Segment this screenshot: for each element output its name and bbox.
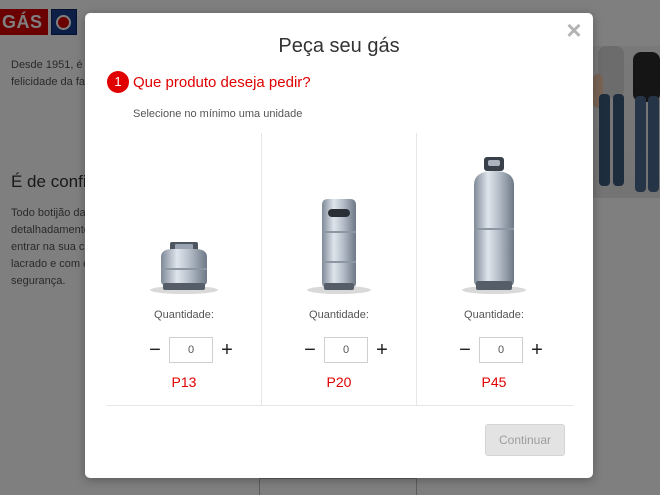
order-gas-modal: × Peça seu gás 1 Que produto deseja pedi… [85,13,593,478]
product-name: P13 [171,374,197,390]
decrease-button[interactable]: − [300,340,320,360]
step-label: Que produto deseja pedir? [133,73,311,91]
step-header: 1 Que produto deseja pedir? [107,70,311,94]
product-card-p45: Quantidade: − + P45 [416,133,571,405]
quantity-stepper: − + [455,337,547,363]
quantity-stepper: − + [145,337,237,363]
product-list: Quantidade: − + P13 Quantidade: − [107,133,573,405]
quantity-stepper: − + [300,337,392,363]
product-card-p20: Quantidade: − + P20 [261,133,416,405]
quantity-input[interactable] [169,337,213,363]
gas-cylinder-p45-image [462,157,526,294]
product-name: P20 [326,374,352,390]
product-name: P45 [481,374,507,390]
increase-button[interactable]: + [372,340,392,360]
decrease-button[interactable]: − [455,340,475,360]
gas-cylinder-p20-image [307,199,371,294]
instruction-text: Selecione no mínimo uma unidade [133,108,303,120]
gas-cylinder-p13-image [150,242,218,294]
increase-button[interactable]: + [217,340,237,360]
quantity-input[interactable] [479,337,523,363]
increase-button[interactable]: + [527,340,547,360]
modal-title: Peça seu gás [278,35,400,57]
quantity-label: Quantidade: [154,309,214,321]
continue-button[interactable]: Continuar [485,424,565,456]
product-card-p13: Quantidade: − + P13 [107,133,261,405]
decrease-button[interactable]: − [145,340,165,360]
footer-divider [107,405,573,406]
quantity-label: Quantidade: [309,309,369,321]
quantity-input[interactable] [324,337,368,363]
quantity-label: Quantidade: [464,309,524,321]
step-number-badge: 1 [107,71,129,93]
